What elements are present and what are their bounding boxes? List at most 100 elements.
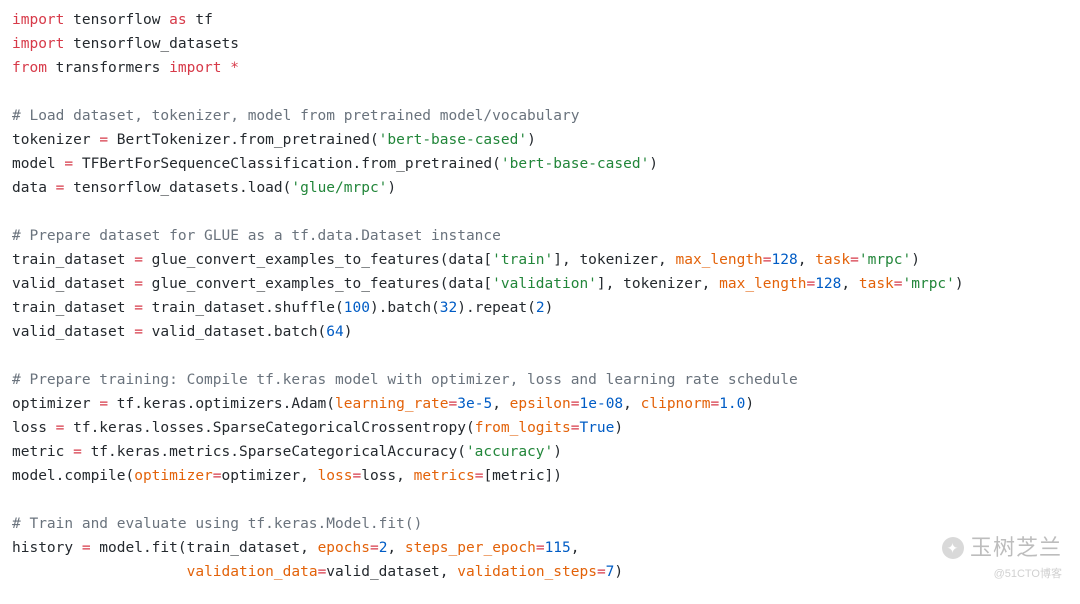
code-token: = xyxy=(82,540,91,556)
code-token: task xyxy=(815,252,850,268)
code-token: = xyxy=(763,252,772,268)
code-token: import xyxy=(12,12,64,28)
code-line: train_dataset = glue_convert_examples_to… xyxy=(12,252,920,268)
code-token: 128 xyxy=(815,276,841,292)
code-token: 'mrpc' xyxy=(903,276,955,292)
code-token: tensorflow xyxy=(64,12,169,28)
code-token: steps_per_epoch xyxy=(405,540,536,556)
code-token: from_logits xyxy=(475,420,571,436)
code-token: TFBertForSequenceClassification.from_pre… xyxy=(73,156,501,172)
code-token: train_dataset xyxy=(12,300,134,316)
code-token: optimizer xyxy=(12,396,99,412)
code-token: 3e-5 xyxy=(457,396,492,412)
code-token: = xyxy=(571,396,580,412)
code-token: 'validation' xyxy=(492,276,597,292)
code-token: = xyxy=(134,300,143,316)
code-token: 'mrpc' xyxy=(859,252,911,268)
code-token: transformers xyxy=(47,60,169,76)
code-token: ) xyxy=(527,132,536,148)
code-token: ], tokenizer, xyxy=(553,252,675,268)
code-token: from xyxy=(12,60,47,76)
code-token: ) xyxy=(344,324,353,340)
code-token: loss xyxy=(318,468,353,484)
code-token: [metric]) xyxy=(483,468,562,484)
code-token: 'accuracy' xyxy=(466,444,553,460)
code-token: ) xyxy=(553,444,562,460)
code-token: , xyxy=(798,252,815,268)
code-token: = xyxy=(449,396,458,412)
code-token: 'bert-base-cased' xyxy=(501,156,649,172)
code-token: loss, xyxy=(361,468,413,484)
code-token: valid_dataset.batch( xyxy=(143,324,326,340)
code-token: = xyxy=(64,156,73,172)
code-token: 128 xyxy=(772,252,798,268)
code-token: history xyxy=(12,540,82,556)
code-token: ) xyxy=(614,564,623,580)
code-token: validation_steps xyxy=(457,564,597,580)
code-line: model.compile(optimizer=optimizer, loss=… xyxy=(12,468,562,484)
code-token: metric xyxy=(12,444,73,460)
code-line: model = TFBertForSequenceClassification.… xyxy=(12,156,658,172)
code-token: ).repeat( xyxy=(457,300,536,316)
code-token: 100 xyxy=(344,300,370,316)
code-token: = xyxy=(352,468,361,484)
code-line: # Load dataset, tokenizer, model from pr… xyxy=(12,108,579,124)
code-line: history = model.fit(train_dataset, epoch… xyxy=(12,540,580,556)
code-line: loss = tf.keras.losses.SparseCategorical… xyxy=(12,420,623,436)
code-line: tokenizer = BertTokenizer.from_pretraine… xyxy=(12,132,536,148)
code-line: # Train and evaluate using tf.keras.Mode… xyxy=(12,516,422,532)
code-token: data xyxy=(12,180,56,196)
code-line: metric = tf.keras.metrics.SparseCategori… xyxy=(12,444,562,460)
code-line: import tensorflow as tf xyxy=(12,12,213,28)
code-line: import tensorflow_datasets xyxy=(12,36,239,52)
code-token: * xyxy=(230,60,239,76)
code-token: = xyxy=(597,564,606,580)
code-token: ) xyxy=(545,300,554,316)
code-token: 115 xyxy=(545,540,571,556)
code-token: 64 xyxy=(326,324,343,340)
code-line: optimizer = tf.keras.optimizers.Adam(lea… xyxy=(12,396,754,412)
code-token: = xyxy=(99,396,108,412)
code-token: ) xyxy=(649,156,658,172)
code-token: epsilon xyxy=(510,396,571,412)
code-line: from transformers import * xyxy=(12,60,239,76)
code-token: optimizer xyxy=(134,468,213,484)
code-token: valid_dataset xyxy=(12,324,134,340)
code-token: import xyxy=(12,36,64,52)
code-token: train_dataset xyxy=(12,252,134,268)
code-token: ) xyxy=(911,252,920,268)
code-token: 'glue/mrpc' xyxy=(291,180,387,196)
code-token: loss xyxy=(12,420,56,436)
code-token: True xyxy=(579,420,614,436)
code-token: tf.keras.optimizers.Adam( xyxy=(108,396,335,412)
code-token: model.compile( xyxy=(12,468,134,484)
code-token: = xyxy=(99,132,108,148)
code-token: = xyxy=(850,252,859,268)
code-token: validation_data xyxy=(187,564,318,580)
code-token: = xyxy=(134,252,143,268)
code-token: , xyxy=(387,540,404,556)
code-token: , xyxy=(492,396,509,412)
code-token: model.fit(train_dataset, xyxy=(91,540,318,556)
code-token: tf.keras.losses.SparseCategoricalCrossen… xyxy=(64,420,474,436)
code-token: , xyxy=(623,396,640,412)
code-token: valid_dataset xyxy=(12,276,134,292)
code-token: tf xyxy=(187,12,213,28)
code-token: 1.0 xyxy=(719,396,745,412)
code-token: = xyxy=(370,540,379,556)
code-token: import xyxy=(169,60,221,76)
code-token: 'bert-base-cased' xyxy=(379,132,527,148)
code-token: , xyxy=(571,540,580,556)
code-token: 'train' xyxy=(492,252,553,268)
code-line: # Prepare dataset for GLUE as a tf.data.… xyxy=(12,228,501,244)
code-token: = xyxy=(73,444,82,460)
code-token: optimizer, xyxy=(222,468,318,484)
code-token: ) xyxy=(955,276,964,292)
code-token: tensorflow_datasets.load( xyxy=(64,180,291,196)
code-comment: # Prepare dataset for GLUE as a tf.data.… xyxy=(12,228,501,244)
code-line: valid_dataset = glue_convert_examples_to… xyxy=(12,276,964,292)
code-token: glue_convert_examples_to_features(data[ xyxy=(143,252,492,268)
code-token: valid_dataset, xyxy=(326,564,457,580)
code-token: learning_rate xyxy=(335,396,449,412)
code-token: max_length xyxy=(719,276,806,292)
